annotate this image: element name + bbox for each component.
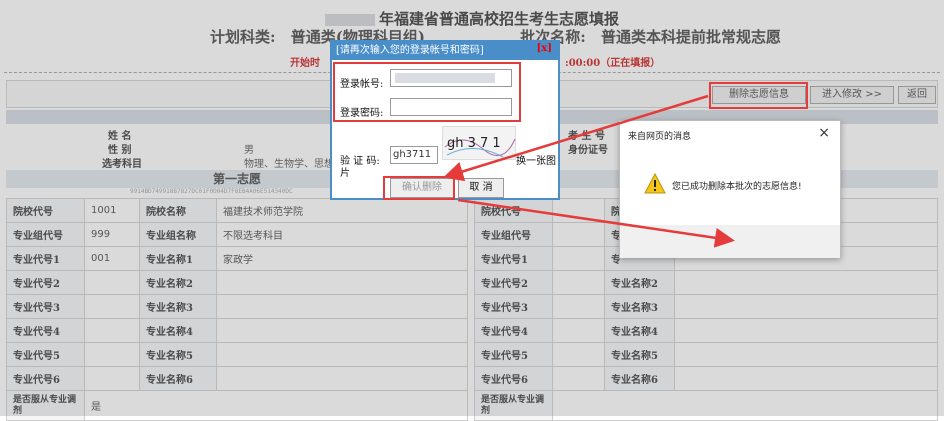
- arrow-confirm-to-ok: [457, 198, 735, 248]
- annotation-arrows: [443, 94, 735, 248]
- arrow-delete-to-dialog: [443, 94, 709, 182]
